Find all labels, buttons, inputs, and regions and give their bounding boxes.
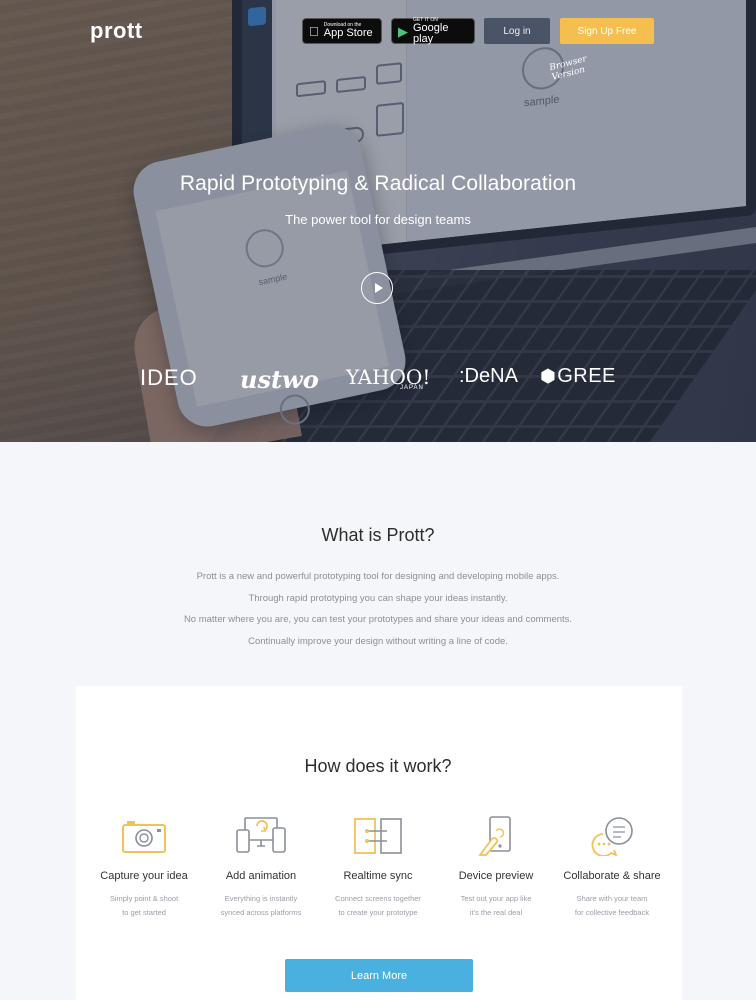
step-title: Collaborate & share: [563, 870, 661, 882]
step-description: Share with your team for collective feed…: [547, 892, 677, 920]
hero-subtitle: The power tool for design teams: [285, 212, 471, 227]
prott-logo[interactable]: prott: [90, 18, 143, 44]
step-animation: Add animation Everything is instantly sy…: [196, 812, 326, 920]
step-description: Simply point & shoot to get started: [79, 892, 209, 920]
google-play-icon: ▶: [398, 23, 408, 39]
step-desc-line: Connect screens together: [335, 894, 421, 903]
chat-bubbles-icon: [547, 812, 677, 860]
learn-more-button[interactable]: Learn More: [285, 959, 473, 992]
description-line: Through rapid prototyping you can shape …: [248, 592, 508, 604]
step-desc-line: Everything is instantly: [224, 894, 298, 903]
step-title: Capture your idea: [100, 870, 188, 882]
google-play-big-label: Google play: [413, 21, 449, 45]
description-line: Prott is a new and powerful prototyping …: [196, 571, 560, 582]
app-store-text: Download on the App Store: [324, 23, 373, 39]
step-title: Device preview: [458, 870, 534, 882]
devices-sync-icon: [196, 812, 326, 860]
step-realtime-sync: Realtime sync Connect screens together t…: [313, 812, 443, 920]
step-description: Test out your app like it's the real dea…: [431, 892, 561, 920]
apple-icon: : [309, 25, 319, 38]
what-is-description: Prott is a new and powerful prototyping …: [0, 566, 756, 652]
signup-button[interactable]: Sign Up Free: [560, 18, 654, 44]
step-collaborate: Collaborate & share Share with your team…: [547, 812, 677, 920]
step-description: Connect screens together to create your …: [313, 892, 443, 920]
client-logo-yahoo-japan: JAPAN: [400, 385, 424, 391]
gree-logo-text: GREE: [557, 365, 616, 387]
step-desc-line: for collective feedback: [574, 908, 650, 917]
app-store-button[interactable]:  Download on the App Store: [302, 18, 382, 44]
client-logo-ideo: IDEO: [140, 365, 198, 390]
step-desc-line: Test out your app like: [460, 894, 532, 903]
phone-touch-icon: [431, 812, 561, 860]
step-desc-line: to get started: [122, 908, 166, 917]
play-video-button[interactable]: [361, 272, 393, 304]
play-icon: [374, 283, 383, 293]
step-desc-line: it's the real deal: [469, 908, 523, 917]
client-logo-ustwo: ustwo: [240, 365, 319, 394]
client-logo-gree: ⬢GREE: [540, 365, 616, 388]
step-device-preview: Device preview Test out your app like it…: [431, 812, 561, 920]
google-play-button[interactable]: ▶ GET IT ON Google play: [391, 17, 475, 45]
google-play-text: GET IT ON Google play: [413, 17, 468, 45]
hero-title: Rapid Prototyping & Radical Collaboratio…: [179, 172, 577, 195]
screens-link-icon: [313, 812, 443, 860]
client-logo-dena: :DeNA: [459, 365, 518, 387]
step-desc-line: synced across platforms: [220, 908, 302, 917]
step-desc-line: Simply point & shoot: [109, 894, 179, 903]
step-title: Realtime sync: [343, 870, 413, 882]
step-desc-line: to create your prototype: [338, 908, 418, 917]
login-button[interactable]: Log in: [484, 18, 550, 44]
description-line: No matter where you are, you can test yo…: [183, 614, 573, 625]
step-capture: Capture your idea Simply point & shoot t…: [79, 812, 209, 920]
app-store-big-label: App Store: [314, 27, 373, 39]
gree-hex-icon: ⬢: [540, 366, 557, 386]
what-is-title: What is Prott?: [321, 525, 435, 545]
step-description: Everything is instantly synced across pl…: [196, 892, 326, 920]
how-it-works-title: How does it work?: [304, 756, 452, 776]
camera-icon: [79, 812, 209, 860]
step-title: Add animation: [225, 870, 297, 882]
step-desc-line: Share with your team: [576, 894, 648, 903]
description-line: Continually improve your design without …: [248, 635, 508, 647]
